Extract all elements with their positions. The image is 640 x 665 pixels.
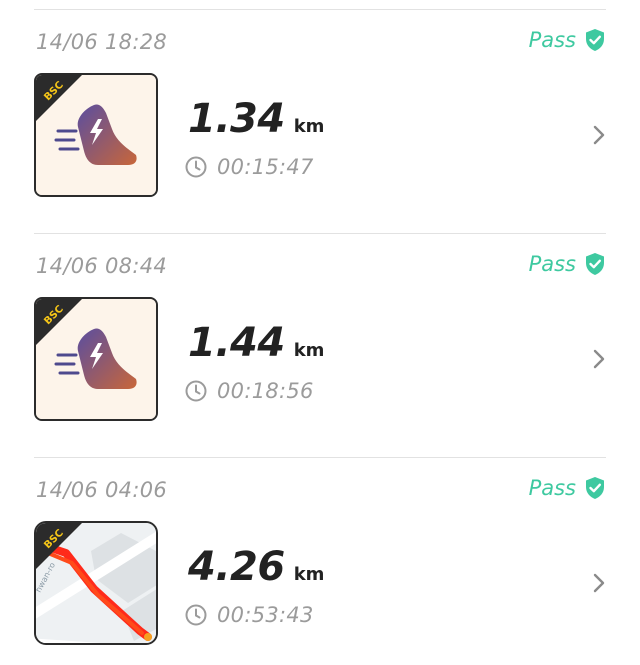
clock-icon bbox=[185, 604, 207, 626]
duration-value: 00:18:56 bbox=[217, 379, 314, 403]
duration: 00:15:47 bbox=[185, 155, 314, 179]
status-badge: Pass bbox=[529, 252, 606, 276]
chevron-right-icon[interactable] bbox=[592, 348, 606, 370]
duration-value: 00:53:43 bbox=[217, 603, 314, 627]
chevron-right-icon[interactable] bbox=[592, 572, 606, 594]
activity-timestamp: 14/06 18:28 bbox=[36, 30, 168, 54]
distance-unit: km bbox=[293, 564, 325, 585]
activity-timestamp: 14/06 08:44 bbox=[36, 254, 168, 278]
status-label: Pass bbox=[528, 28, 576, 52]
clock-icon bbox=[185, 380, 207, 402]
running-shoe-icon: BSC bbox=[36, 75, 156, 195]
activity-item[interactable]: 14/06 08:44 Pass BSC 1.44 km 00:18:56 bbox=[0, 234, 640, 458]
duration: 00:53:43 bbox=[185, 603, 314, 627]
distance-unit: km bbox=[293, 340, 325, 361]
distance: 1.44 km bbox=[188, 320, 324, 366]
clock-icon bbox=[185, 156, 207, 178]
status-label: Pass bbox=[528, 476, 576, 500]
activity-thumbnail: BSC bbox=[34, 297, 158, 421]
activity-item[interactable]: 14/06 18:28 Pass BSC 1.34 km 00:15:47 bbox=[0, 10, 640, 234]
duration-value: 00:15:47 bbox=[217, 155, 314, 179]
activity-thumbnail: BSC bbox=[34, 73, 158, 197]
distance: 4.26 km bbox=[188, 544, 324, 590]
shield-check-icon bbox=[586, 253, 604, 275]
status-badge: Pass bbox=[529, 476, 606, 500]
chevron-right-icon[interactable] bbox=[592, 124, 606, 146]
distance-value: 4.26 bbox=[188, 544, 285, 590]
shield-check-icon bbox=[586, 29, 604, 51]
activity-item[interactable]: 14/06 04:06 Pass hwan-ro BSC 4.26 km 00:… bbox=[0, 458, 640, 665]
shield-check-icon bbox=[586, 477, 604, 499]
distance-value: 1.44 bbox=[188, 320, 285, 366]
distance-unit: km bbox=[293, 116, 325, 137]
activity-timestamp: 14/06 04:06 bbox=[36, 478, 168, 502]
activity-list: 14/06 18:28 Pass BSC 1.34 km 00:15:47 14… bbox=[0, 0, 640, 665]
distance-value: 1.34 bbox=[188, 96, 285, 142]
route-map: hwan-ro BSC bbox=[36, 523, 156, 643]
duration: 00:18:56 bbox=[185, 379, 314, 403]
route-map-thumbnail: hwan-ro BSC bbox=[34, 521, 158, 645]
distance: 1.34 km bbox=[188, 96, 324, 142]
status-badge: Pass bbox=[529, 28, 606, 52]
running-shoe-icon: BSC bbox=[36, 299, 156, 419]
status-label: Pass bbox=[528, 252, 576, 276]
